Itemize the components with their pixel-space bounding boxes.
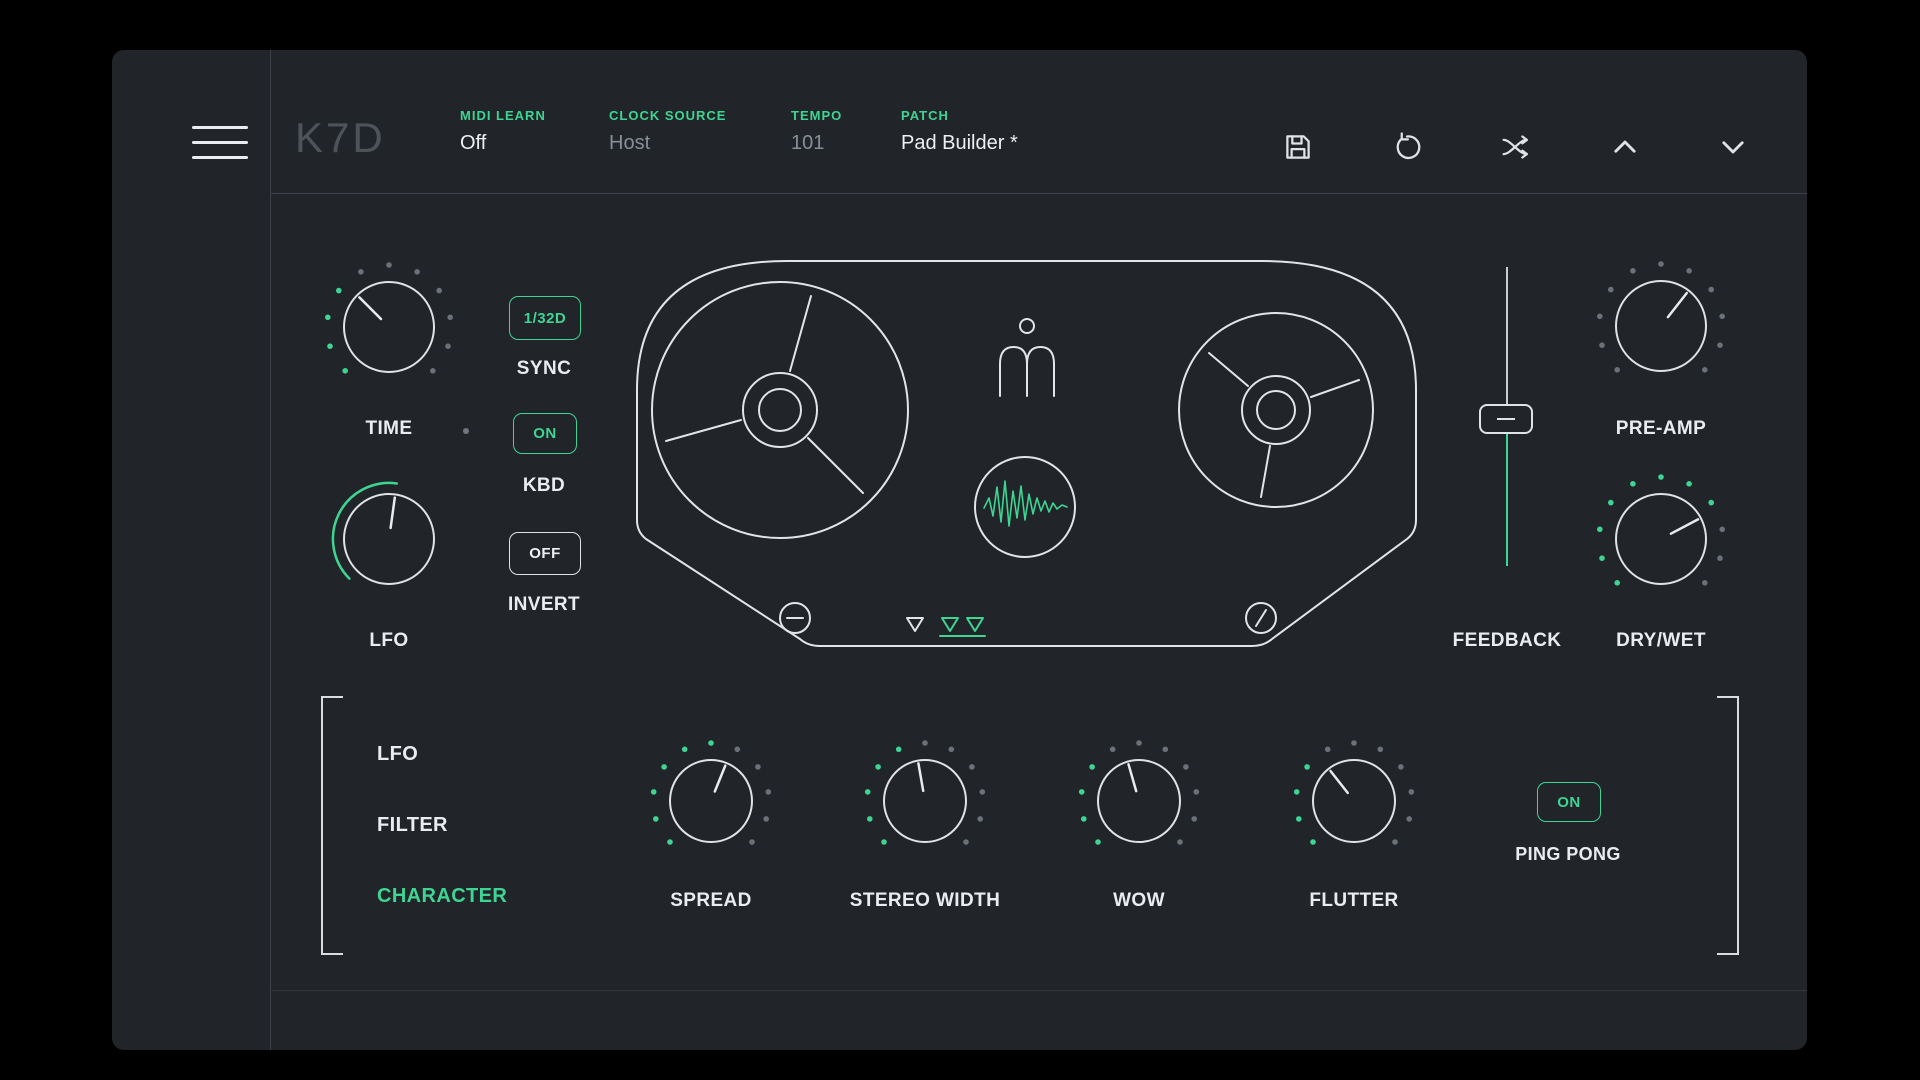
expand-icon[interactable] [1716, 130, 1750, 164]
spread-knob[interactable] [641, 731, 781, 876]
clock-source-value[interactable]: Host [609, 132, 726, 155]
screw-minus-icon [780, 603, 810, 633]
section-bracket-right [1717, 696, 1739, 955]
save-icon[interactable] [1281, 130, 1315, 164]
midi-learn-value[interactable]: Off [460, 132, 546, 155]
patch-label: PATCH [901, 108, 1018, 123]
lfo-knob[interactable] [314, 464, 464, 619]
randomize-icon[interactable] [1498, 130, 1532, 164]
triangle-indicators[interactable] [907, 618, 985, 636]
tab-filter[interactable]: FILTER [377, 814, 448, 837]
tempo-field: TEMPO 101 [791, 108, 842, 155]
footer-divider [270, 990, 1807, 991]
lfo-knob-label: LFO [279, 630, 499, 652]
midi-learn-label: MIDI LEARN [460, 108, 546, 123]
spread-label: SPREAD [601, 890, 821, 912]
sync-button[interactable]: 1/32D [509, 296, 581, 340]
triangle-green-2 [967, 618, 983, 631]
wow-knob[interactable] [1069, 731, 1209, 876]
pre-amp-knob[interactable] [1586, 251, 1736, 406]
flutter-label: FLUTTER [1244, 890, 1464, 912]
tab-character[interactable]: CHARACTER [377, 885, 507, 908]
plugin-window: K7D MIDI LEARN Off CLOCK SOURCE Host TEM… [112, 50, 1807, 1050]
tape-deck [612, 240, 1442, 670]
tab-lfo[interactable]: LFO [377, 743, 418, 766]
collapse-icon[interactable] [1608, 130, 1642, 164]
time-knob[interactable] [314, 252, 464, 407]
stereo-width-label: STEREO WIDTH [815, 890, 1035, 912]
flutter-knob[interactable] [1284, 731, 1424, 876]
screw-slash-icon [1246, 603, 1276, 633]
invert-button[interactable]: OFF [509, 532, 581, 575]
patch-value[interactable]: Pad Builder * [901, 132, 1018, 155]
pre-amp-label: PRE-AMP [1551, 418, 1771, 440]
sidebar-divider [270, 50, 271, 1050]
triangle-green-1 [942, 618, 958, 631]
feedback-slider-handle[interactable] [1479, 404, 1533, 434]
wow-label: WOW [1029, 890, 1249, 912]
tempo-label: TEMPO [791, 108, 842, 123]
waveform-scope [975, 457, 1075, 557]
patch-field: PATCH Pad Builder * [901, 108, 1018, 155]
kbd-button[interactable]: ON [513, 413, 577, 454]
right-reel [1179, 313, 1373, 507]
left-reel [652, 282, 908, 538]
clock-source-field: CLOCK SOURCE Host [609, 108, 726, 155]
triangle-white [907, 618, 923, 631]
dry-wet-knob[interactable] [1586, 464, 1736, 619]
menu-icon[interactable] [192, 126, 248, 163]
brand-logo-icon [1000, 319, 1054, 396]
stereo-width-knob[interactable] [855, 731, 995, 876]
ping-pong-label: PING PONG [1458, 844, 1678, 865]
section-bracket-left [321, 696, 343, 955]
feedback-track-upper[interactable] [1506, 267, 1508, 404]
midi-learn-field: MIDI LEARN Off [460, 108, 546, 155]
dry-wet-label: DRY/WET [1551, 630, 1771, 652]
feedback-track-lower[interactable] [1506, 434, 1508, 566]
tempo-value[interactable]: 101 [791, 132, 842, 155]
undo-icon[interactable] [1390, 130, 1424, 164]
ping-pong-button[interactable]: ON [1537, 782, 1601, 822]
time-indicator-dot [463, 428, 469, 434]
header-divider [270, 193, 1807, 194]
clock-source-label: CLOCK SOURCE [609, 108, 726, 123]
waveform [984, 481, 1067, 526]
app-logo: K7D [295, 114, 386, 162]
